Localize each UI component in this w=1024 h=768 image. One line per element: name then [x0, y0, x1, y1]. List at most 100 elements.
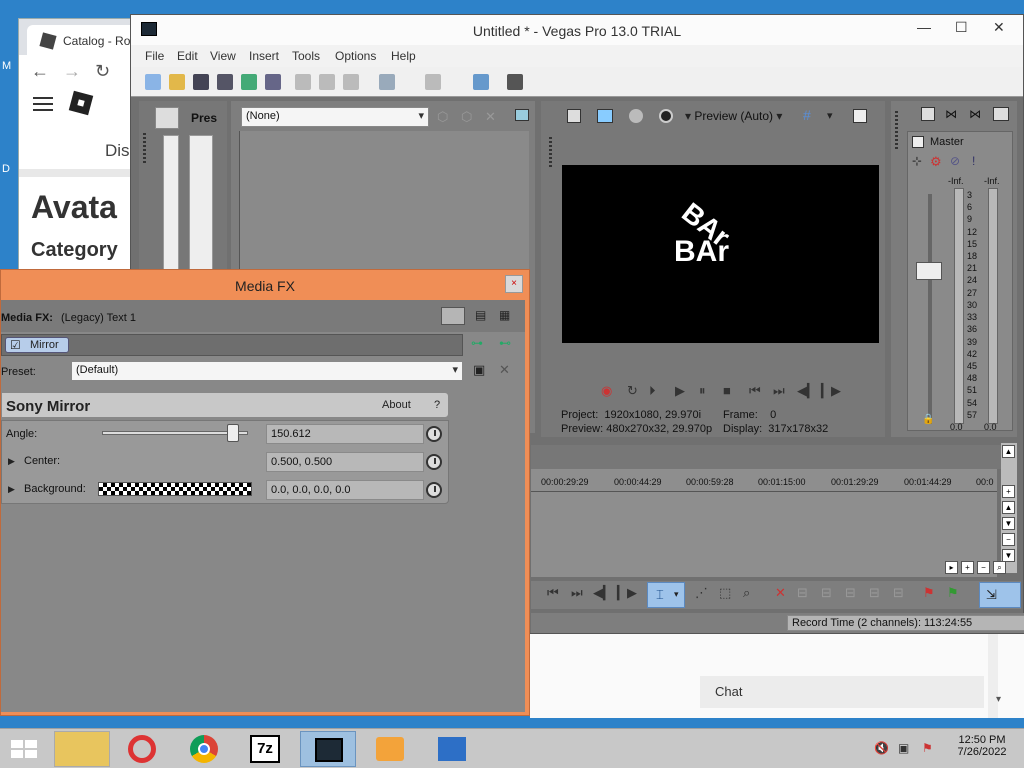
next-frame-icon[interactable]: ▎▶ [821, 383, 841, 399]
render-icon[interactable] [241, 74, 257, 90]
delete-icon[interactable]: ✕ [775, 585, 786, 601]
menu-tools[interactable]: Tools [292, 49, 320, 63]
master-fader-handle[interactable] [916, 262, 942, 280]
timeline-vertical-scrollbar[interactable]: ▲ + ▲ ▼ − ▼ [1001, 443, 1017, 573]
clock[interactable]: 12:50 PM 7/26/2022 [950, 734, 1014, 758]
preview-canvas[interactable]: BAr BAr [562, 165, 879, 343]
scroll-up-small-icon[interactable]: ▲ [1002, 501, 1015, 514]
redo-icon[interactable] [425, 74, 441, 90]
envelope-tool-icon[interactable]: ⋰ [695, 585, 708, 601]
back-icon[interactable]: ← [31, 61, 49, 82]
media-player-taskbar-icon[interactable] [362, 731, 418, 767]
start-button[interactable] [0, 731, 48, 767]
action-center-icon[interactable]: ⚑ [922, 741, 933, 755]
marker-icon[interactable]: ⚑ [923, 585, 935, 601]
background-animate-icon[interactable] [426, 482, 442, 498]
go-to-end-timeline-icon[interactable]: ⏭ [571, 585, 583, 601]
snapping-button[interactable]: ⇲ [979, 582, 1021, 608]
region-icon[interactable]: ⚑ [947, 585, 959, 601]
plugin-chain-add-icon[interactable]: ⊶ [471, 336, 483, 350]
angle-slider-handle[interactable] [227, 424, 240, 442]
zoom-tool-edit-icon[interactable]: ⌕ [743, 585, 750, 601]
preview-quality-dropdown[interactable]: ▾ Preview (Auto) ▾ [685, 109, 782, 123]
view-detail-icon[interactable]: ▦ [499, 308, 510, 322]
video-fx-icon[interactable] [629, 109, 643, 123]
mixer-view-icon[interactable] [993, 107, 1009, 121]
reload-icon[interactable]: ↻ [95, 61, 110, 82]
maximize-icon[interactable]: ☐ [955, 19, 968, 36]
save-as-icon[interactable] [217, 74, 233, 90]
stop-icon[interactable]: ■ [723, 383, 731, 398]
automation-icon[interactable]: ⊹ [912, 154, 922, 168]
save-icon[interactable] [193, 74, 209, 90]
help-button[interactable]: ? [434, 399, 440, 411]
delete-preset-icon[interactable]: ✕ [499, 362, 510, 378]
menu-help[interactable]: Help [391, 49, 416, 63]
network-icon[interactable]: ▣ [898, 741, 909, 755]
dim-icon[interactable]: ⋈ [969, 107, 981, 121]
cut-icon[interactable] [295, 74, 311, 90]
angle-animate-icon[interactable] [426, 426, 442, 442]
play-icon[interactable]: ▶ [675, 383, 685, 399]
pane-grip[interactable] [143, 133, 146, 163]
whats-this-icon[interactable] [507, 74, 523, 90]
view-list-button[interactable] [441, 307, 465, 325]
loop-icon[interactable]: ↻ [627, 383, 638, 399]
overlays-icon[interactable]: # [803, 107, 811, 123]
page-scrollbar[interactable] [988, 634, 998, 718]
overlays-dropdown-icon[interactable]: ▾ [827, 109, 833, 122]
next-frame-timeline-icon[interactable]: ▎▶ [617, 585, 637, 601]
center-animate-icon[interactable] [426, 454, 442, 470]
master-fx-icon[interactable] [912, 136, 924, 148]
record-icon[interactable]: ◉ [601, 383, 612, 399]
save-preset-icon[interactable]: ▣ [473, 362, 485, 378]
menu-options[interactable]: Options [335, 49, 376, 63]
master-fx-chain-icon[interactable]: ⚙ [930, 154, 942, 170]
zoom-out-icon[interactable]: − [1002, 533, 1015, 546]
external-monitor-icon[interactable] [597, 109, 613, 123]
close-icon[interactable]: ✕ [993, 19, 1005, 36]
go-to-start-timeline-icon[interactable]: ⏮ [547, 585, 559, 601]
new-project-icon[interactable] [145, 74, 161, 90]
pause-icon[interactable]: ⏸ [699, 383, 706, 399]
lock-events-icon[interactable]: ⊟ [893, 585, 904, 601]
app-taskbar-icon[interactable] [424, 731, 480, 767]
scroll-down-icon[interactable]: ▼ [1002, 517, 1015, 530]
volume-muted-icon[interactable]: 🔇 [874, 741, 889, 755]
preview-properties-icon[interactable] [567, 109, 581, 123]
scrollbar[interactable] [163, 135, 179, 271]
minimize-icon[interactable]: — [917, 19, 931, 35]
center-value-field[interactable]: 0.500, 0.500 [266, 452, 424, 472]
split-icon[interactable]: ⊟ [869, 585, 880, 601]
page-nav-text[interactable]: Dis [105, 141, 130, 161]
dialog-close-button[interactable]: × [505, 275, 523, 293]
chrome-taskbar-icon[interactable] [176, 731, 232, 767]
play-from-start-icon[interactable]: ⏵ [649, 383, 656, 399]
view-grid-icon[interactable]: ▤ [475, 308, 486, 322]
split-screen-icon[interactable] [659, 109, 673, 123]
opera-taskbar-icon[interactable] [114, 731, 170, 767]
file-explorer-taskbar-icon[interactable] [54, 731, 110, 767]
remove-effect-icon[interactable]: ✕ [485, 109, 496, 125]
mute-icon[interactable]: ⊘ [950, 154, 960, 168]
go-to-start-icon[interactable]: ⏮ [749, 383, 761, 399]
trim-icon[interactable]: ⊟ [797, 585, 808, 601]
about-button[interactable]: About [382, 399, 411, 411]
normal-edit-tool-button[interactable]: ⌶ ▾ [647, 582, 685, 608]
trim-end-icon[interactable]: ⊟ [845, 585, 856, 601]
background-color-swatch[interactable] [98, 482, 252, 496]
hamburger-menu-icon[interactable] [33, 97, 53, 111]
monitor-icon[interactable] [515, 109, 529, 121]
copy-snapshot-icon[interactable] [853, 109, 867, 123]
properties-icon[interactable] [265, 74, 281, 90]
plugin-chain-remove-icon[interactable]: ⊷ [499, 336, 511, 350]
menu-file[interactable]: File [145, 49, 164, 63]
menu-edit[interactable]: Edit [177, 49, 198, 63]
open-icon[interactable] [169, 74, 185, 90]
prev-frame-timeline-icon[interactable]: ◀▎ [593, 585, 613, 601]
zoom-tool-icon[interactable]: ⌕ [993, 561, 1006, 574]
previous-frame-icon[interactable]: ◀▎ [797, 383, 817, 399]
effect-chain-icon[interactable]: ⬡ [461, 109, 472, 125]
scrollbar[interactable] [189, 135, 213, 271]
forward-icon[interactable]: → [63, 61, 81, 82]
